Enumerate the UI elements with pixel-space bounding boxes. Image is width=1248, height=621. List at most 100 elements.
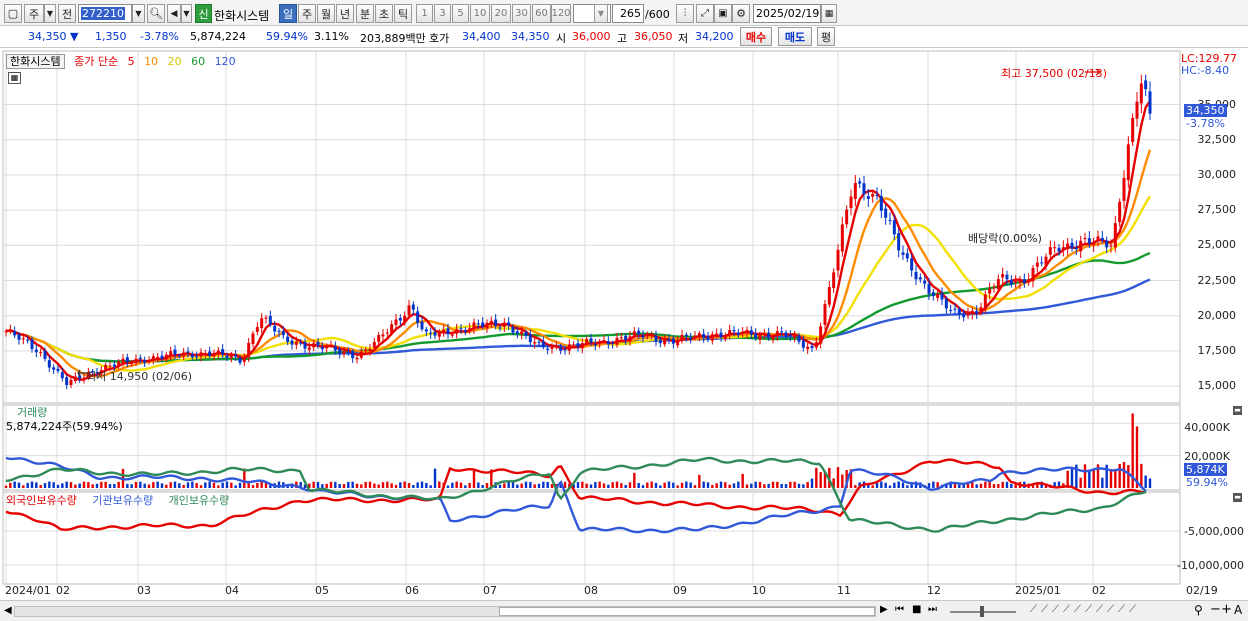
speaker-dropdown-icon[interactable]: ▼ bbox=[181, 4, 192, 23]
volume-bar bbox=[399, 482, 402, 488]
volume-bar bbox=[56, 484, 60, 488]
candle-icon[interactable]: ⫶ bbox=[676, 4, 694, 23]
scroll-first-icon[interactable]: ⏮ bbox=[895, 604, 904, 615]
search-icon[interactable]: 🔍︎ bbox=[147, 4, 165, 23]
period-minute[interactable]: 분 bbox=[356, 4, 374, 23]
code-dropdown-icon[interactable]: ▼ bbox=[132, 4, 145, 23]
candle-body bbox=[1087, 238, 1091, 244]
volume-last-tag: 5,874K bbox=[1184, 463, 1227, 476]
interval-30[interactable]: 30 bbox=[512, 4, 531, 23]
volume-bar bbox=[581, 481, 584, 488]
volume-bar bbox=[585, 483, 588, 488]
stock-code-field[interactable]: 272210 bbox=[78, 4, 132, 23]
period-week[interactable]: 주 bbox=[298, 4, 316, 23]
candle-body bbox=[260, 318, 264, 329]
volume-bar bbox=[893, 482, 896, 488]
candle-body bbox=[741, 332, 745, 334]
calendar-icon[interactable]: ▦ bbox=[821, 4, 837, 23]
volume-bar bbox=[351, 481, 354, 488]
interval-10[interactable]: 10 bbox=[470, 4, 490, 23]
gear-icon[interactable]: ⚙ bbox=[732, 4, 750, 23]
interval-60[interactable]: 60 bbox=[532, 4, 551, 23]
date-tick-label: 04 bbox=[225, 584, 239, 597]
volume-bar bbox=[4, 485, 8, 488]
volume-close-icon[interactable]: ▬ bbox=[1233, 406, 1242, 415]
interval-dropdown-icon[interactable]: ▼ bbox=[594, 4, 608, 23]
volume-bar bbox=[113, 483, 116, 488]
market-dropdown-icon[interactable]: ▼ bbox=[44, 4, 56, 23]
date-field[interactable]: 2025/02/19 bbox=[753, 4, 821, 23]
candle-body bbox=[749, 330, 753, 335]
candle-body bbox=[446, 328, 450, 335]
period-day[interactable]: 일 bbox=[279, 4, 297, 23]
interval-3[interactable]: 3 bbox=[434, 4, 451, 23]
zoom-out-icon[interactable]: − bbox=[1210, 602, 1221, 617]
stop-icon[interactable]: ■ bbox=[912, 604, 921, 615]
scrollbar-thumb[interactable] bbox=[499, 607, 875, 616]
volume-bar bbox=[702, 481, 705, 488]
volume-bar bbox=[997, 483, 1000, 488]
zoom-slider-handle[interactable] bbox=[980, 606, 984, 617]
holding-close-icon[interactable]: ▬ bbox=[1233, 493, 1242, 502]
volume-bar bbox=[82, 481, 86, 488]
volume-bar bbox=[360, 484, 363, 488]
interval-1[interactable]: 1 bbox=[416, 4, 433, 23]
market-select[interactable]: 주 bbox=[24, 4, 44, 23]
speaker-icon[interactable]: ◀ bbox=[167, 4, 181, 23]
volume-bar bbox=[741, 473, 744, 488]
buy-button[interactable]: 매수 bbox=[740, 27, 772, 46]
price-tick-label: 27,500 bbox=[1197, 203, 1237, 217]
volume-bar bbox=[815, 467, 818, 488]
volume-bar bbox=[533, 484, 536, 488]
menu-icon[interactable]: ▢ bbox=[4, 4, 22, 23]
period-second[interactable]: 초 bbox=[375, 4, 393, 23]
candle-body bbox=[43, 350, 47, 359]
candle-body bbox=[576, 343, 580, 347]
zoom-slider[interactable] bbox=[950, 606, 1016, 617]
table-icon[interactable]: ▦ bbox=[8, 72, 21, 84]
price-tick-label: 15,000 bbox=[1197, 379, 1237, 393]
sell-button[interactable]: 매도 bbox=[778, 27, 812, 46]
period-month[interactable]: 월 bbox=[317, 4, 335, 23]
scroll-last-icon[interactable]: ⏭ bbox=[928, 604, 937, 615]
stock-name-tag[interactable]: 한화시스템 bbox=[6, 54, 65, 69]
auto-scale-icon[interactable]: A bbox=[1234, 603, 1242, 617]
candle-body bbox=[481, 322, 485, 327]
compare-icon[interactable]: ⤢ bbox=[696, 4, 714, 23]
ma20-label: 20 bbox=[167, 55, 182, 68]
volume-bar bbox=[143, 483, 146, 488]
search-zoom-icon[interactable]: ⚲ bbox=[1194, 603, 1203, 617]
scroll-left-icon[interactable]: ◀ bbox=[4, 605, 12, 616]
volume-bar bbox=[130, 484, 133, 488]
candle-body bbox=[658, 339, 662, 344]
save-icon[interactable]: ▣ bbox=[714, 4, 732, 23]
volume-bar bbox=[91, 484, 94, 488]
candle-body bbox=[225, 355, 229, 358]
candle-body bbox=[801, 340, 805, 348]
candle-body bbox=[325, 346, 329, 349]
price-change-pct: -3.78% bbox=[140, 30, 179, 43]
eval-button[interactable]: 평 bbox=[817, 27, 835, 46]
candle-body bbox=[697, 333, 701, 337]
interval-120[interactable]: 120 bbox=[551, 4, 571, 23]
period-tick[interactable]: 틱 bbox=[394, 4, 412, 23]
candle-body bbox=[845, 209, 849, 225]
chart-area[interactable] bbox=[0, 49, 1248, 601]
volume-bar bbox=[1010, 483, 1013, 488]
prev-button[interactable]: 전 bbox=[58, 4, 76, 23]
interval-5[interactable]: 5 bbox=[452, 4, 469, 23]
candle-body bbox=[247, 342, 251, 358]
drawing-tools-icon[interactable]: ⟋⟋⟋⟋⟋⟋⟋⟋⟋⟋ bbox=[1030, 604, 1140, 615]
count-field[interactable]: 265 bbox=[612, 4, 644, 23]
horizontal-scrollbar[interactable] bbox=[14, 606, 876, 617]
volume-bar bbox=[641, 485, 645, 488]
candle-body bbox=[580, 343, 584, 349]
volume-bar bbox=[117, 481, 120, 488]
scroll-right-icon[interactable]: ▶ bbox=[880, 604, 888, 615]
zoom-in-icon[interactable]: + bbox=[1221, 602, 1232, 617]
candle-body bbox=[884, 208, 888, 218]
volume-bar bbox=[871, 485, 874, 488]
period-year[interactable]: 년 bbox=[336, 4, 354, 23]
interval-20[interactable]: 20 bbox=[491, 4, 511, 23]
volume-tick-40000k: 40,000K bbox=[1184, 421, 1230, 434]
